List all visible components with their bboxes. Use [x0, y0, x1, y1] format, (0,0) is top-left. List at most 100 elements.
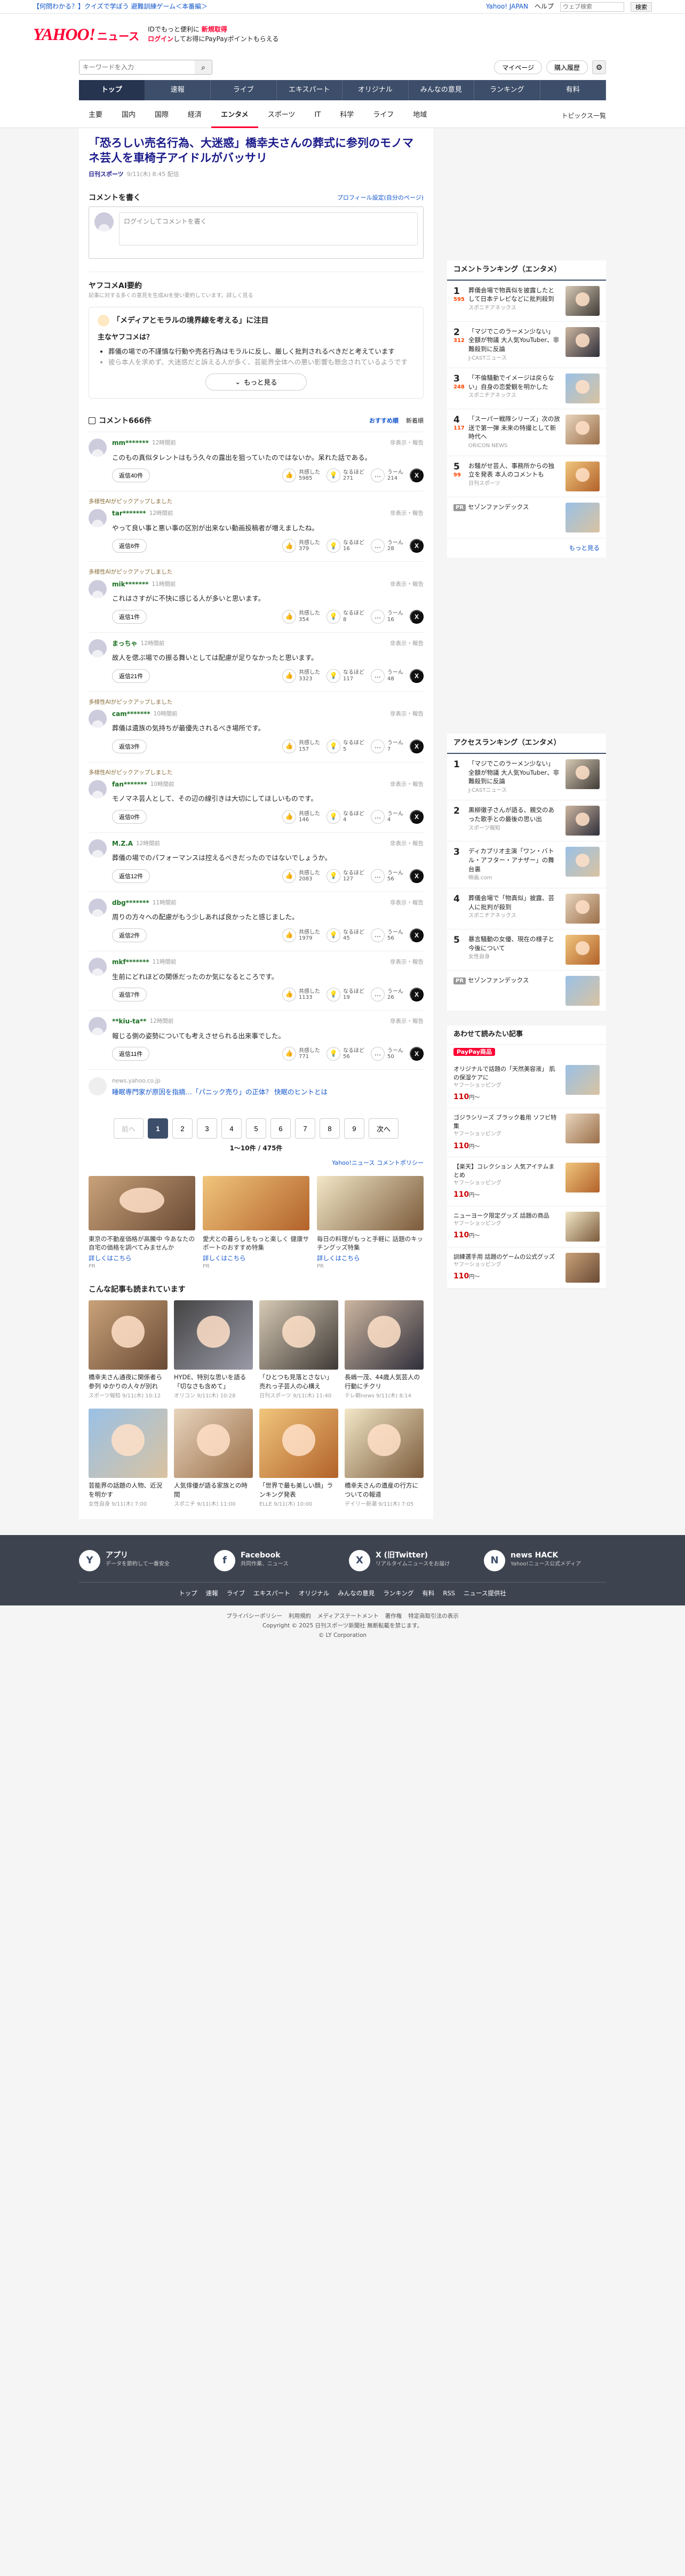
- gear-icon[interactable]: ⚙: [592, 60, 606, 74]
- reply-button[interactable]: 返信21件: [112, 669, 150, 683]
- gnav-top[interactable]: トップ: [79, 80, 145, 100]
- cat-sports[interactable]: スポーツ: [258, 105, 305, 128]
- next-page-button[interactable]: 次へ: [369, 1118, 399, 1139]
- avatar[interactable]: [89, 639, 107, 657]
- reaction[interactable]: 💡 なるほど 117: [326, 669, 364, 683]
- lightbulb-icon[interactable]: 💡: [326, 739, 340, 753]
- sort-newest[interactable]: 新着順: [406, 417, 424, 425]
- report-link[interactable]: 非表示・報告: [390, 581, 424, 589]
- thinking-icon[interactable]: …: [371, 1047, 385, 1061]
- avatar[interactable]: [89, 509, 107, 528]
- ranking-pr-item[interactable]: PR セゾンファンデックス: [447, 497, 606, 538]
- thinking-icon[interactable]: …: [371, 539, 385, 553]
- cat-science[interactable]: 科学: [330, 105, 363, 128]
- comment-username[interactable]: まっちゃ: [112, 639, 138, 648]
- comment-username[interactable]: mm*******: [112, 439, 149, 448]
- thumbs-up-icon[interactable]: 👍: [282, 468, 296, 483]
- lightbulb-icon[interactable]: 💡: [326, 810, 340, 824]
- x-share-icon[interactable]: X: [410, 739, 424, 753]
- report-link[interactable]: 非表示・報告: [390, 710, 424, 718]
- reaction[interactable]: 💡 なるほど 56: [326, 1047, 364, 1061]
- ranking-item[interactable]: 1 「マジでこのラーメン少ない」全額が物議 大人気YouTuber、非難殺到に反論…: [447, 754, 606, 801]
- footer-link[interactable]: ライブ: [227, 1589, 245, 1598]
- pr-item[interactable]: news.yahoo.co.jp 睡眠専門家が原因を指摘…「パニック売り」の正体？…: [89, 1069, 424, 1104]
- thumbs-up-icon[interactable]: 👍: [282, 869, 296, 884]
- cat-it[interactable]: IT: [305, 105, 330, 128]
- report-link[interactable]: 非表示・報告: [390, 781, 424, 789]
- reaction[interactable]: 💡 なるほど 16: [326, 539, 364, 553]
- lightbulb-icon[interactable]: 💡: [326, 539, 340, 553]
- topics-list-link[interactable]: トピックス一覧: [561, 112, 606, 121]
- gnav-paid[interactable]: 有料: [540, 80, 606, 100]
- ranking-item[interactable]: 1 595 葬儀会場で物真似を披露したとして日本テレビなどに批判殺到 スポニチアネック…: [447, 281, 606, 322]
- show-more-button[interactable]: ⌄ もっと見る: [205, 373, 307, 391]
- recommended-article[interactable]: HYDE、特別な思いを語る「切なさも含めて」 オリコン 9/11(木) 10:28: [174, 1300, 253, 1400]
- avatar[interactable]: [89, 709, 107, 728]
- reaction[interactable]: … うーん 50: [371, 1047, 403, 1061]
- reaction[interactable]: 💡 なるほど 8: [326, 609, 364, 624]
- footer-app[interactable]: f Facebook 共同作業、ニュース: [214, 1550, 336, 1572]
- footer-link[interactable]: 有料: [422, 1589, 434, 1598]
- ad-link[interactable]: 詳しくはこちら: [317, 1254, 424, 1263]
- legal-link[interactable]: 著作権: [385, 1612, 402, 1621]
- x-share-icon[interactable]: X: [410, 1047, 424, 1061]
- reaction[interactable]: 👍 共感した 354: [282, 609, 320, 624]
- recommended-article[interactable]: 橋幸夫さん通夜に関係者ら参列 ゆかりの人々が別れ スポーツ報知 9/11(木) 1…: [89, 1300, 168, 1400]
- cat-life[interactable]: ライフ: [363, 105, 403, 128]
- thinking-icon[interactable]: …: [371, 669, 385, 683]
- footer-link[interactable]: ニュース提供社: [464, 1589, 506, 1598]
- comment-username[interactable]: dbg*******: [112, 899, 149, 908]
- report-link[interactable]: 非表示・報告: [390, 640, 424, 648]
- cat-local[interactable]: 地域: [403, 105, 436, 128]
- prev-page-button[interactable]: 前へ: [114, 1118, 144, 1139]
- search-icon[interactable]: ⌕: [195, 60, 212, 74]
- x-share-icon[interactable]: X: [410, 869, 424, 884]
- comment-username[interactable]: mkf*******: [112, 958, 149, 967]
- lightbulb-icon[interactable]: 💡: [326, 928, 340, 943]
- reaction[interactable]: 💡 なるほど 271: [326, 468, 364, 483]
- ranking-item[interactable]: 2 312 「マジでこのラーメン少ない」全額が物議 大人気YouTuber、非難殺到…: [447, 322, 606, 369]
- comment-username[interactable]: mik*******: [112, 580, 149, 589]
- reaction[interactable]: 👍 共感した 2083: [282, 869, 320, 884]
- reaction[interactable]: … うーん 28: [371, 539, 403, 553]
- ranking-item[interactable]: 2 黒柳徹子さんが語る、親交のあった歌手との最後の思い出 スポーツ報知: [447, 800, 606, 842]
- reaction[interactable]: 👍 共感した 157: [282, 739, 320, 753]
- comment-username[interactable]: tar*******: [112, 509, 146, 518]
- ranking-item[interactable]: 3 ディカプリオ主演「ワン・バトル・アフター・アナザー」の舞台裏 映画.com: [447, 841, 606, 888]
- web-search-input[interactable]: [560, 2, 624, 12]
- recommended-article[interactable]: 橋幸夫さんの遺産の行方についての報道 デイリー新潮 9/11(木) 7:05: [345, 1409, 424, 1508]
- ad-link[interactable]: 詳しくはこちら: [203, 1254, 309, 1263]
- page-2[interactable]: 2: [172, 1118, 193, 1139]
- cat-main[interactable]: 主要: [79, 105, 112, 128]
- help-link[interactable]: ヘルプ: [535, 2, 554, 11]
- reaction[interactable]: … うーん 56: [371, 869, 403, 884]
- footer-link[interactable]: エキスパート: [253, 1589, 290, 1598]
- reaction[interactable]: 👍 共感した 1133: [282, 988, 320, 1002]
- report-link[interactable]: 非表示・報告: [390, 958, 424, 966]
- footer-link[interactable]: トップ: [179, 1589, 197, 1598]
- report-link[interactable]: 非表示・報告: [390, 439, 424, 447]
- profile-settings-link[interactable]: プロフィール設定(自分のページ): [337, 194, 424, 202]
- page-8[interactable]: 8: [320, 1118, 340, 1139]
- reaction[interactable]: 👍 共感した 1979: [282, 928, 320, 943]
- footer-link[interactable]: ランキング: [383, 1589, 413, 1598]
- gnav-ranking[interactable]: ランキング: [474, 80, 540, 100]
- page-6[interactable]: 6: [270, 1118, 291, 1139]
- lightbulb-icon[interactable]: 💡: [326, 669, 340, 683]
- ad-card[interactable]: 毎日の料理がもっと手軽に 話題のキッチングッズ特集 詳しくはこちら PR: [317, 1175, 424, 1270]
- ranking-item[interactable]: 3 248 「不倫騒動でイメージは戻らない」自身の恋愛観を明かした スポニチアネックス: [447, 368, 606, 410]
- page-4[interactable]: 4: [221, 1118, 242, 1139]
- reaction[interactable]: … うーん 56: [371, 928, 403, 943]
- legal-link[interactable]: メディアステートメント: [317, 1612, 379, 1621]
- gnav-opinion[interactable]: みんなの意見: [409, 80, 474, 100]
- x-share-icon[interactable]: X: [410, 928, 424, 943]
- reaction[interactable]: 👍 共感した 771: [282, 1047, 320, 1061]
- comment-login-field[interactable]: ログインしてコメントを書く: [119, 212, 418, 245]
- avatar[interactable]: [89, 780, 107, 799]
- reaction[interactable]: … うーん 214: [371, 468, 403, 483]
- thumbs-up-icon[interactable]: 👍: [282, 739, 296, 753]
- lightbulb-icon[interactable]: 💡: [326, 869, 340, 884]
- shop-item[interactable]: ゴジラシリーズ ブラック着用 ソフビ特集 ヤフーショッピング 110円〜: [447, 1108, 606, 1157]
- reaction[interactable]: 💡 なるほど 5: [326, 739, 364, 753]
- ranking-more-link[interactable]: もっと見る: [447, 538, 606, 558]
